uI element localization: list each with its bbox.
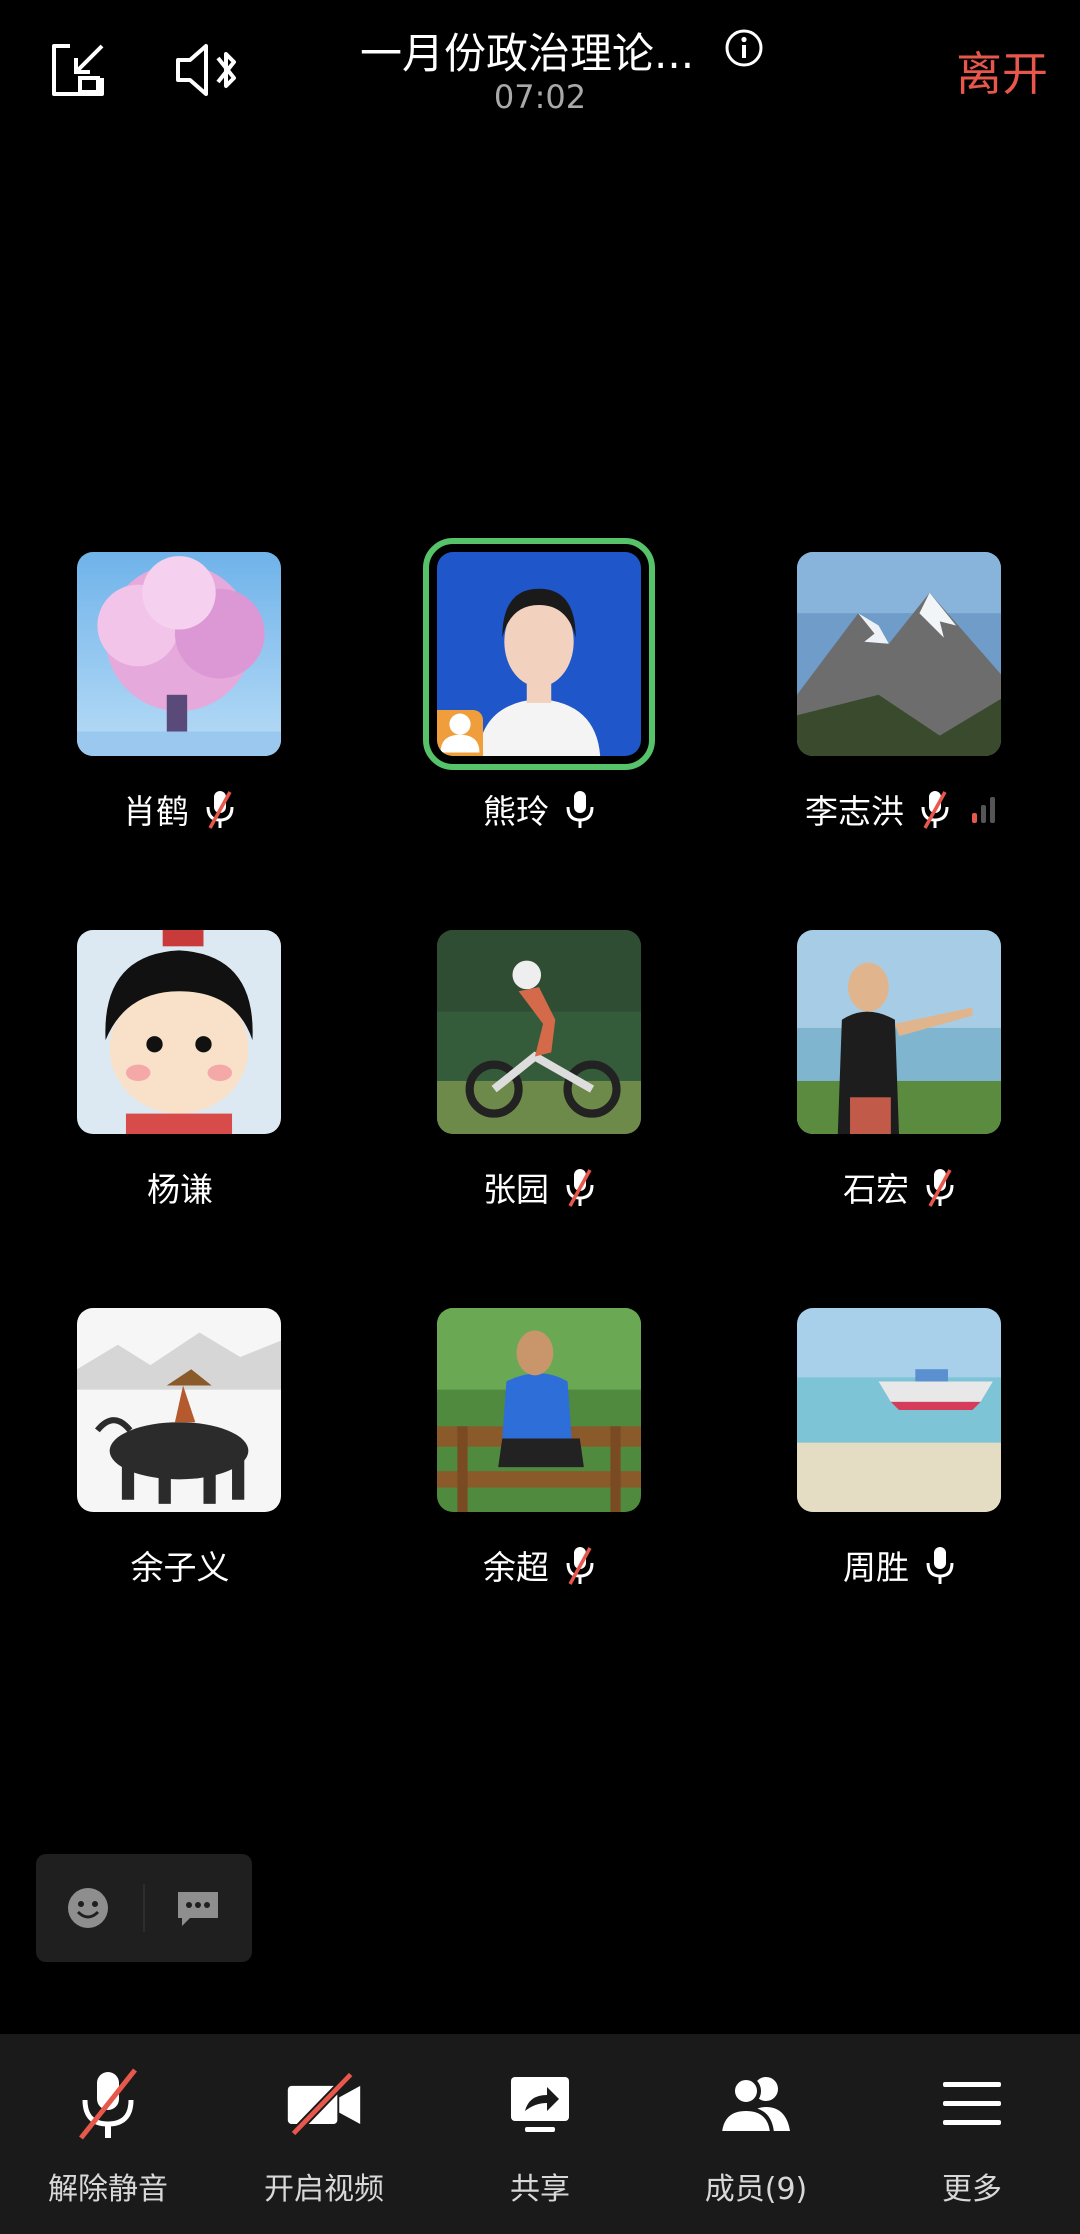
- avatar: [77, 552, 281, 756]
- more-label: 更多: [942, 2172, 1002, 2207]
- mic-muted-icon: [563, 1544, 597, 1586]
- video-off-icon: [284, 2064, 364, 2144]
- participant-name: 余超: [483, 1548, 549, 1587]
- avatar: [437, 1308, 641, 1512]
- participant-tile[interactable]: 杨谦: [0, 930, 360, 1260]
- members-button[interactable]: 成员(9): [648, 2034, 864, 2234]
- mic-muted-icon: [923, 1166, 957, 1208]
- avatar: [797, 930, 1001, 1134]
- reaction-panel: [36, 1854, 252, 1962]
- mic-on-icon: [923, 1544, 957, 1586]
- mic-muted-icon: [68, 2064, 148, 2144]
- avatar: [77, 930, 281, 1134]
- emoji-icon[interactable]: [66, 1886, 110, 1930]
- participant-tile[interactable]: 肖鹤: [0, 552, 360, 882]
- participant-name: 杨谦: [147, 1170, 213, 1209]
- network-signal-weak-icon: [972, 795, 995, 823]
- share-screen-icon: [500, 2064, 580, 2144]
- avatar: [77, 1308, 281, 1512]
- avatar-speaking: [423, 538, 655, 770]
- chat-icon[interactable]: [174, 1888, 222, 1930]
- participant-tile[interactable]: 李志洪: [720, 552, 1080, 882]
- start-video-label: 开启视频: [264, 2172, 384, 2207]
- menu-icon: [932, 2064, 1012, 2144]
- members-icon: [716, 2064, 796, 2144]
- top-bar: 一月份政治理论... 07:02 离开: [0, 0, 1080, 140]
- more-button[interactable]: 更多: [864, 2034, 1080, 2234]
- mic-muted-icon: [563, 1166, 597, 1208]
- avatar: [797, 1308, 1001, 1512]
- participant-tile[interactable]: 余超: [360, 1308, 720, 1638]
- host-badge-icon: [437, 710, 483, 756]
- participant-tile[interactable]: 张园: [360, 930, 720, 1260]
- divider: [143, 1884, 145, 1932]
- participant-name: 余子义: [130, 1548, 230, 1587]
- bottom-toolbar: 解除静音 开启视频 共享 成员(9) 更多: [0, 2034, 1080, 2234]
- mic-muted-icon: [203, 788, 237, 830]
- unmute-button[interactable]: 解除静音: [0, 2034, 216, 2234]
- mic-muted-icon: [918, 788, 952, 830]
- mic-on-icon: [563, 788, 597, 830]
- info-icon[interactable]: [724, 28, 764, 68]
- unmute-label: 解除静音: [48, 2172, 168, 2207]
- participant-tile[interactable]: 熊玲: [360, 538, 720, 882]
- participant-name: 张园: [483, 1170, 549, 1209]
- start-video-button[interactable]: 开启视频: [216, 2034, 432, 2234]
- share-button[interactable]: 共享: [432, 2034, 648, 2234]
- participant-tile[interactable]: 余子义: [0, 1308, 360, 1638]
- participant-tile[interactable]: 石宏: [720, 930, 1080, 1260]
- participant-name: 石宏: [843, 1170, 909, 1209]
- share-label: 共享: [510, 2172, 570, 2207]
- participant-name: 肖鹤: [123, 792, 189, 831]
- members-label: 成员(9): [704, 2172, 808, 2207]
- avatar: [437, 930, 641, 1134]
- leave-button[interactable]: 离开: [956, 38, 1048, 104]
- participant-name: 李志洪: [805, 792, 904, 831]
- participant-tile[interactable]: 周胜: [720, 1308, 1080, 1638]
- avatar: [797, 552, 1001, 756]
- meeting-timer: 07:02: [493, 78, 587, 116]
- meeting-title: 一月份政治理论...: [360, 29, 695, 78]
- participant-name: 周胜: [843, 1548, 909, 1587]
- participant-name: 熊玲: [483, 792, 549, 831]
